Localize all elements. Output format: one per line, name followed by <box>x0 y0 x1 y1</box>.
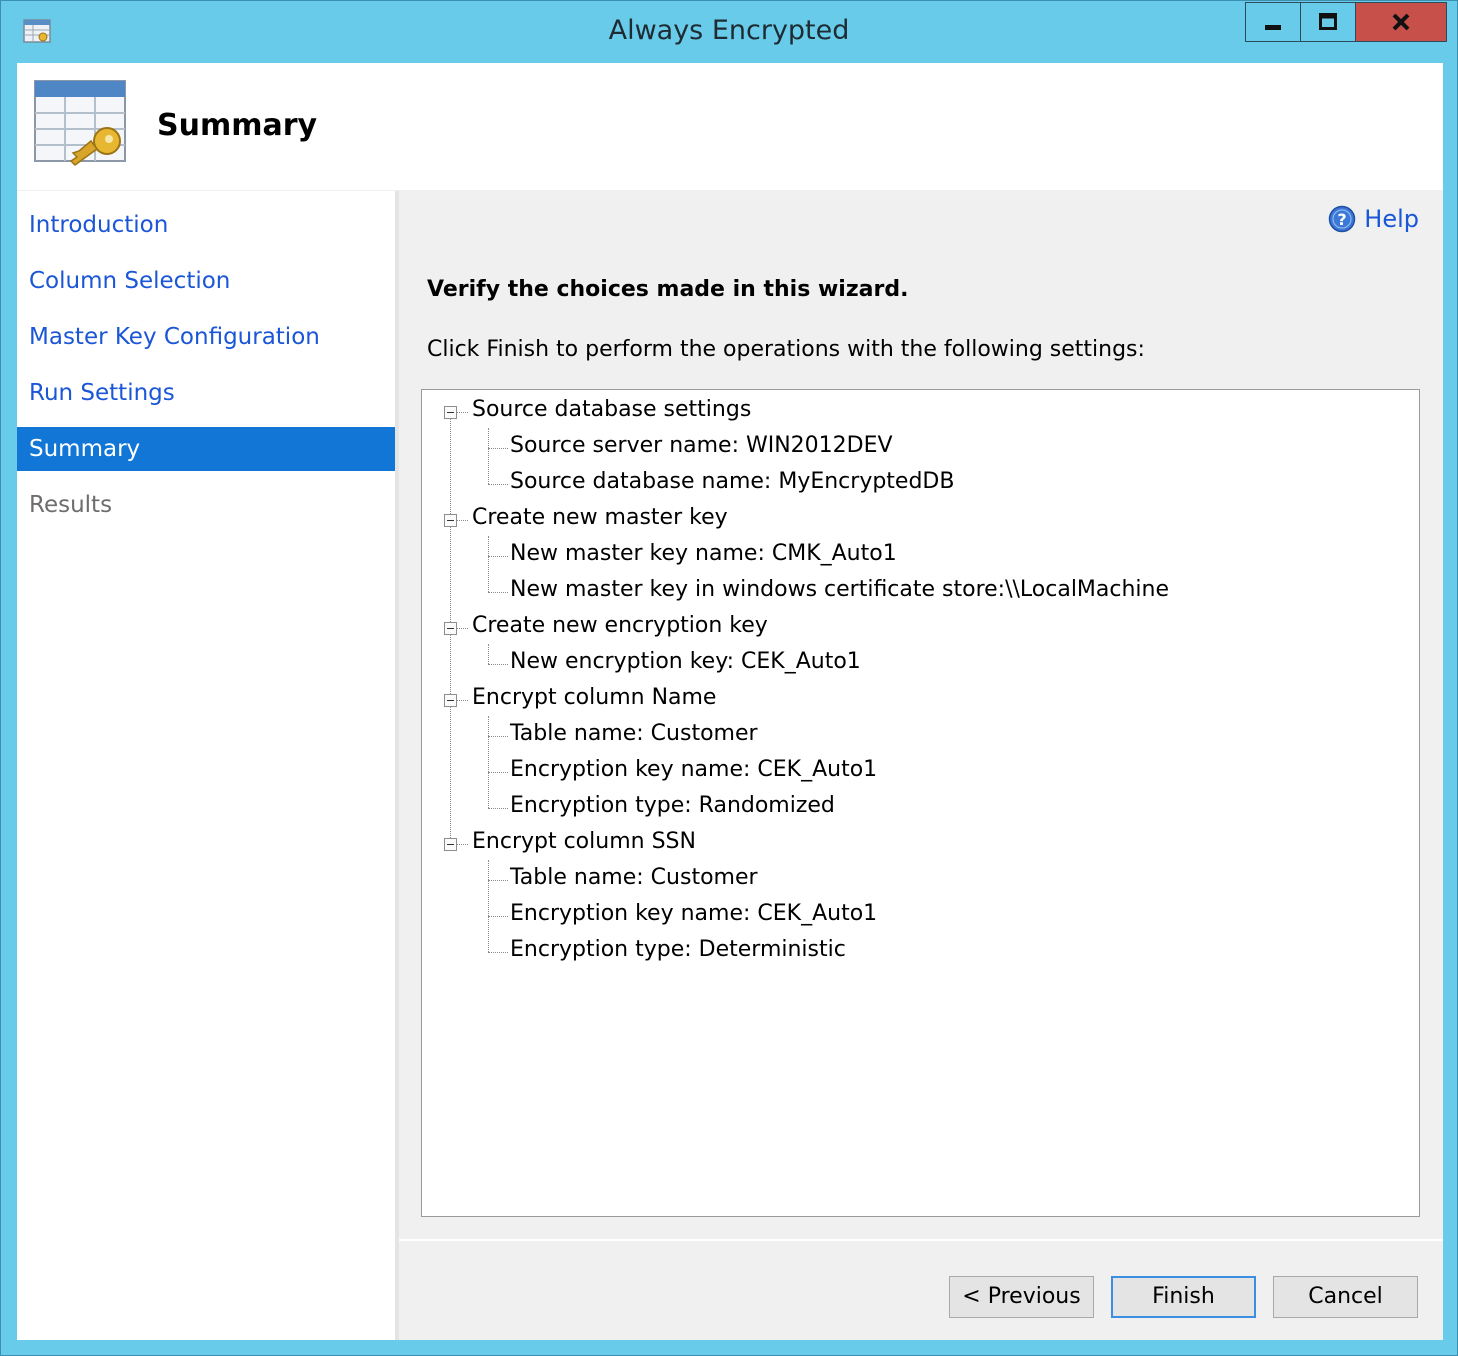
tree-connector <box>488 772 508 773</box>
tree-connector <box>456 700 468 701</box>
page-title: Summary <box>157 108 318 143</box>
finish-button[interactable]: Finish <box>1111 1276 1256 1318</box>
tree-leaf[interactable]: Source database name: MyEncryptedDB <box>510 464 954 500</box>
summary-content: ? Help Verify the choices made in this w… <box>399 191 1443 1340</box>
cancel-button[interactable]: Cancel <box>1273 1276 1418 1318</box>
tree-connector <box>488 880 508 881</box>
tree-connector <box>488 556 508 557</box>
tree-connector <box>456 628 468 629</box>
collapse-icon[interactable] <box>444 838 457 851</box>
tree-connector <box>488 808 508 809</box>
nav-item-run-settings[interactable]: Run Settings <box>17 371 395 415</box>
help-label: Help <box>1364 205 1419 233</box>
tree-node-source-database[interactable]: Source database settings <box>472 392 751 428</box>
tree-leaf[interactable]: Encryption type: Deterministic <box>510 932 846 968</box>
svg-text:?: ? <box>1338 210 1347 229</box>
tree-node-encryption-key[interactable]: Create new encryption key <box>472 608 768 644</box>
help-link[interactable]: ? Help <box>1328 205 1419 233</box>
tree-node-encrypt-ssn[interactable]: Encrypt column SSN <box>472 824 696 860</box>
previous-button[interactable]: < Previous <box>949 1276 1094 1318</box>
tree-leaf[interactable]: New master key name: CMK_Auto1 <box>510 536 897 572</box>
tree-connector <box>488 448 508 449</box>
tree-node-encrypt-name[interactable]: Encrypt column Name <box>472 680 716 716</box>
table-key-icon <box>34 80 126 166</box>
tree-connector <box>488 736 508 737</box>
minimize-button[interactable] <box>1245 2 1301 42</box>
tree-connector <box>456 520 468 521</box>
tree-leaf[interactable]: Encryption key name: CEK_Auto1 <box>510 896 877 932</box>
nav-item-results: Results <box>29 492 113 518</box>
tree-branch-line <box>488 860 489 952</box>
nav-item-master-key-configuration[interactable]: Master Key Configuration <box>17 315 395 359</box>
maximize-button[interactable] <box>1300 2 1356 42</box>
collapse-icon[interactable] <box>444 694 457 707</box>
settings-tree[interactable]: Source database settings Source server n… <box>421 389 1420 1217</box>
tree-leaf[interactable]: Table name: Customer <box>510 716 758 752</box>
wizard-window: Always Encrypted Summary Introduction Co… <box>0 0 1458 1356</box>
collapse-icon[interactable] <box>444 622 457 635</box>
tree-leaf[interactable]: New encryption key: CEK_Auto1 <box>510 644 861 680</box>
window-title: Always Encrypted <box>608 15 850 46</box>
tree-node-master-key[interactable]: Create new master key <box>472 500 728 536</box>
tree-leaf[interactable]: New master key in windows certificate st… <box>510 572 1169 608</box>
tree-connector <box>456 844 468 845</box>
maximize-icon <box>1319 13 1337 30</box>
wizard-client-area: Summary Introduction Column Selection Ma… <box>17 63 1443 1340</box>
tree-branch-line <box>488 644 489 664</box>
collapse-icon[interactable] <box>444 514 457 527</box>
tree-connector <box>488 484 508 485</box>
close-button[interactable] <box>1355 2 1447 42</box>
close-icon <box>1392 13 1410 31</box>
tree-leaf[interactable]: Encryption type: Randomized <box>510 788 835 824</box>
title-bar[interactable]: Always Encrypted <box>1 1 1457 62</box>
verify-heading: Verify the choices made in this wizard. <box>427 277 909 302</box>
tree-branch-line <box>488 716 489 808</box>
window-controls <box>1245 2 1447 44</box>
tree-branch-line <box>488 536 489 592</box>
button-bar-separator <box>399 1239 1443 1241</box>
page-header: Summary <box>17 63 1443 190</box>
tree-connector <box>488 664 508 665</box>
tree-connector <box>488 916 508 917</box>
tree-branch-line <box>488 428 489 484</box>
tree-leaf[interactable]: Source server name: WIN2012DEV <box>510 428 893 464</box>
nav-item-summary[interactable]: Summary <box>17 427 395 471</box>
minimize-icon <box>1265 25 1281 30</box>
nav-item-column-selection[interactable]: Column Selection <box>17 259 395 303</box>
tree-connector <box>488 592 508 593</box>
tree-connector <box>456 412 468 413</box>
help-icon: ? <box>1329 205 1356 233</box>
tree-leaf[interactable]: Encryption key name: CEK_Auto1 <box>510 752 877 788</box>
wizard-steps-sidebar: Introduction Column Selection Master Key… <box>17 191 395 1340</box>
collapse-icon[interactable] <box>444 406 457 419</box>
nav-item-introduction[interactable]: Introduction <box>17 203 395 247</box>
instructions-text: Click Finish to perform the operations w… <box>427 337 1145 362</box>
tree-leaf[interactable]: Table name: Customer <box>510 860 758 896</box>
tree-connector <box>488 952 508 953</box>
